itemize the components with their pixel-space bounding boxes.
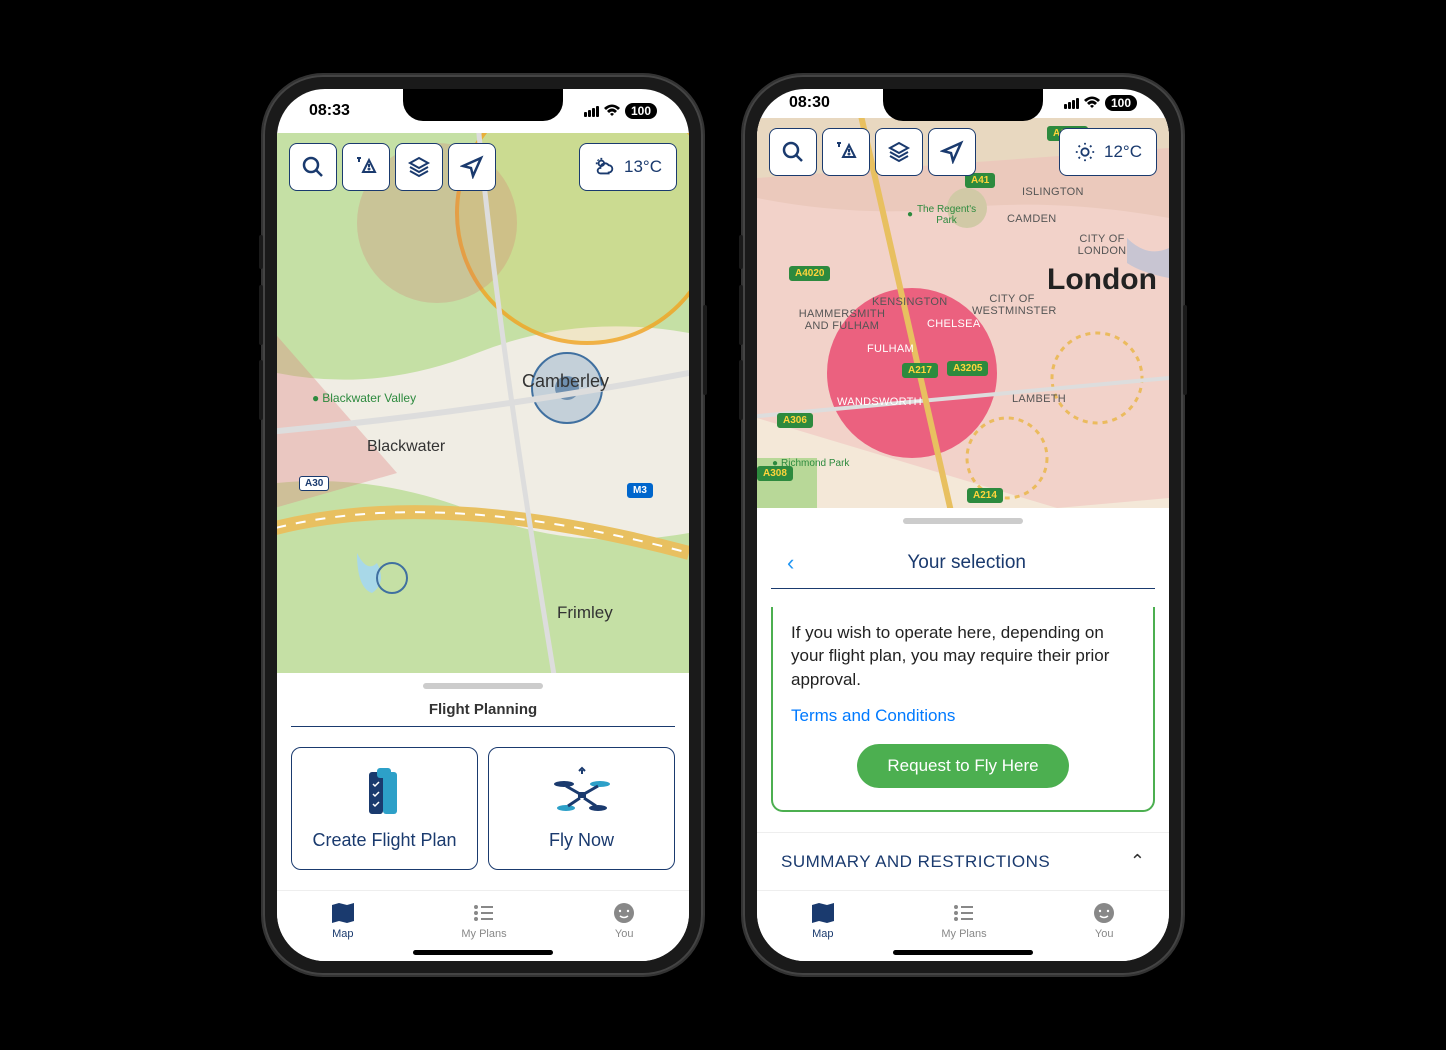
smile-icon <box>612 901 636 925</box>
search-button[interactable] <box>289 143 337 191</box>
drag-handle[interactable] <box>903 518 1023 524</box>
selection-title: Your selection <box>794 552 1139 574</box>
layers-button[interactable] <box>875 128 923 176</box>
road-badge: M3 <box>627 483 653 498</box>
temperature: 12°C <box>1104 142 1142 162</box>
search-button[interactable] <box>769 128 817 176</box>
layers-button[interactable] <box>395 143 443 191</box>
wifi-icon <box>1083 96 1101 110</box>
district-label: WANDSWORTH <box>837 396 922 408</box>
park-label: Blackwater Valley <box>312 391 416 405</box>
approval-box: If you wish to operate here, depending o… <box>771 607 1155 812</box>
road-badge: A3205 <box>947 361 988 376</box>
park-label: The Regent's Park <box>907 204 977 226</box>
locate-button[interactable] <box>928 128 976 176</box>
cloud-sun-icon <box>594 156 616 178</box>
flight-planning-panel: Flight Planning Create Flight Plan Fly N… <box>277 673 689 961</box>
wifi-icon <box>603 104 621 118</box>
summary-toggle[interactable]: SUMMARY AND RESTRICTIONS ⌃ <box>757 832 1169 890</box>
map-city-label: London <box>1047 263 1157 297</box>
district-label: KENSINGTON <box>872 296 948 308</box>
home-indicator[interactable] <box>413 950 553 955</box>
back-button[interactable]: ‹ <box>787 550 794 576</box>
list-icon <box>952 901 976 925</box>
clock: 08:30 <box>789 94 830 112</box>
clock: 08:33 <box>309 102 350 120</box>
drag-handle[interactable] <box>423 683 543 689</box>
nav-my-plans[interactable]: My Plans <box>461 901 506 940</box>
nav-my-plans[interactable]: My Plans <box>941 901 986 940</box>
selection-panel: ‹ Your selection If you wish to operate … <box>757 508 1169 961</box>
weather-button[interactable]: 12°C <box>1059 128 1157 176</box>
district-label: FULHAM <box>867 343 914 355</box>
fly-now-button[interactable]: Fly Now <box>488 747 675 870</box>
district-label: CITY OF WESTMINSTER <box>972 293 1052 317</box>
approval-text: If you wish to operate here, depending o… <box>791 621 1135 692</box>
clipboard-icon <box>363 766 407 818</box>
chevron-up-icon: ⌃ <box>1130 851 1145 872</box>
nav-map[interactable]: Map <box>810 901 836 940</box>
map-view[interactable]: 12°C London ISLINGTON CAMDEN CITY OF LON… <box>757 118 1169 508</box>
district-label: CHELSEA <box>927 318 980 330</box>
signal-icon <box>584 106 599 117</box>
map-view[interactable]: 13°C Camberley Blackwater Frimley Blackw… <box>277 133 689 673</box>
battery-icon: 100 <box>1105 95 1137 111</box>
road-badge: A217 <box>902 363 938 378</box>
map-icon <box>330 901 356 925</box>
district-label: CITY OF LONDON <box>1077 233 1127 257</box>
district-label: HAMMERSMITH AND FULHAM <box>797 308 887 332</box>
map-place-label: Blackwater <box>367 438 445 456</box>
signal-icon <box>1064 98 1079 109</box>
locate-button[interactable] <box>448 143 496 191</box>
map-place-label: Camberley <box>522 371 609 392</box>
road-badge: A306 <box>777 413 813 428</box>
hazard-button[interactable] <box>342 143 390 191</box>
hazard-button[interactable] <box>822 128 870 176</box>
terms-link[interactable]: Terms and Conditions <box>791 706 1135 726</box>
nav-you[interactable]: You <box>1092 901 1116 940</box>
nav-map[interactable]: Map <box>330 901 356 940</box>
road-badge: A4020 <box>789 266 830 281</box>
phone-right: 08:30 100 <box>743 75 1183 975</box>
map-place-label: Frimley <box>557 603 613 623</box>
map-icon <box>810 901 836 925</box>
create-flight-plan-button[interactable]: Create Flight Plan <box>291 747 478 870</box>
district-label: CAMDEN <box>1007 213 1056 225</box>
battery-icon: 100 <box>625 103 657 119</box>
road-badge: A214 <box>967 488 1003 503</box>
temperature: 13°C <box>624 157 662 177</box>
phone-left: 08:33 100 <box>263 75 703 975</box>
drone-icon <box>552 766 612 818</box>
nav-you[interactable]: You <box>612 901 636 940</box>
district-label: ISLINGTON <box>1022 186 1084 198</box>
district-label: LAMBETH <box>1012 393 1066 405</box>
road-badge: A308 <box>757 466 793 481</box>
road-badge: A30 <box>299 476 329 491</box>
smile-icon <box>1092 901 1116 925</box>
panel-title: Flight Planning <box>277 701 689 718</box>
sun-icon <box>1074 141 1096 163</box>
list-icon <box>472 901 496 925</box>
weather-button[interactable]: 13°C <box>579 143 677 191</box>
home-indicator[interactable] <box>893 950 1033 955</box>
request-fly-button[interactable]: Request to Fly Here <box>857 744 1068 788</box>
